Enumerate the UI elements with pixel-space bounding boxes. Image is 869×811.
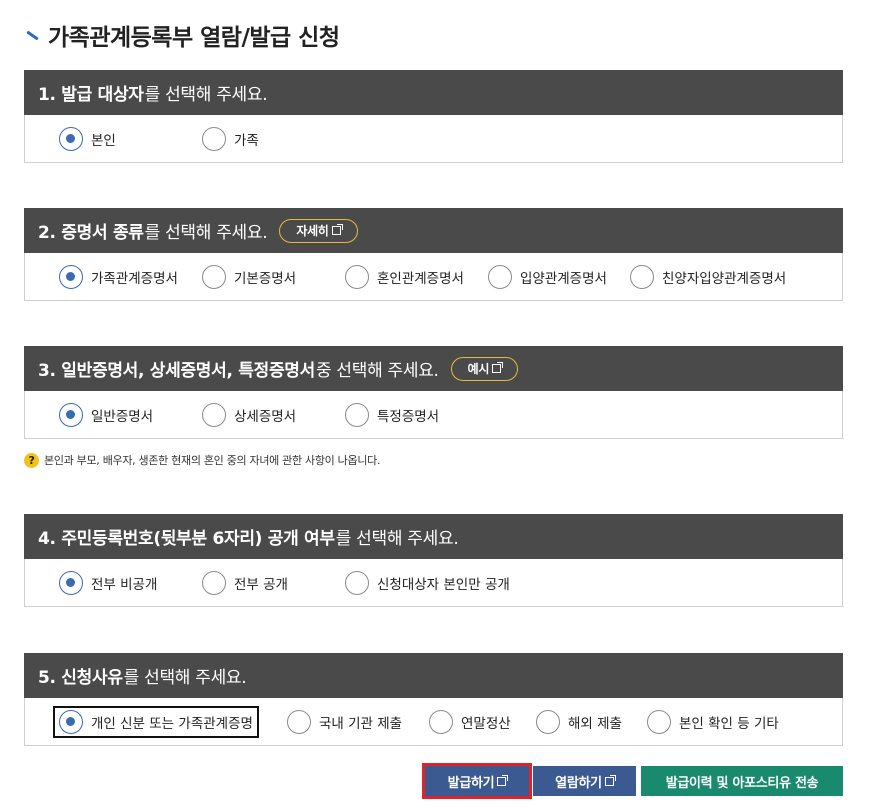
radio-marriage-cert[interactable]: 혼인관계증명서 [345, 265, 464, 289]
radio-label: 기본증명서 [234, 271, 297, 287]
issue-button[interactable]: 발급하기 [422, 763, 532, 799]
radio-adoption-cert[interactable]: 입양관계증명서 [488, 265, 607, 289]
radio-self-only-public[interactable]: 신청대상자 본인만 공개 [345, 571, 510, 595]
issue-history-apostille-button[interactable]: 발급이력 및 아포스티유 전송 [641, 766, 843, 796]
radio-label: 특정증명서 [377, 409, 440, 425]
radio-circle-icon [59, 403, 83, 427]
radio-reason-identity[interactable]: 개인 신분 또는 가족관계증명 [53, 706, 259, 738]
details-button[interactable]: 자세히 [279, 218, 358, 243]
section-header: 1. 발급 대상자 를 선택해 주세요. [24, 70, 843, 115]
radio-reason-year-end-tax[interactable]: 연말정산 [429, 710, 511, 734]
section-reason: 5. 신청사유 를 선택해 주세요. 개인 신분 또는 가족관계증명 국내 기관 … [24, 653, 843, 746]
radio-target-family[interactable]: 가족 [202, 127, 259, 151]
section-options: 개인 신분 또는 가족관계증명 국내 기관 제출 연말정산 해외 제출 본인 확… [24, 698, 843, 746]
radio-reason-other[interactable]: 본인 확인 등 기타 [647, 710, 779, 734]
view-button[interactable]: 열람하기 [533, 766, 636, 796]
page-title-bar: 가족관계등록부 열람/발급 신청 [24, 18, 340, 52]
example-button[interactable]: 예시 [450, 356, 519, 381]
section-target: 1. 발급 대상자 를 선택해 주세요. 본인 가족 [24, 70, 843, 163]
section-options: 일반증명서 상세증명서 특정증명서 [24, 391, 843, 439]
details-button-label: 자세히 [296, 224, 329, 238]
radio-circle-icon [202, 571, 226, 595]
radio-label: 가족관계증명서 [91, 271, 178, 287]
radio-label: 신청대상자 본인만 공개 [377, 577, 510, 593]
section-header: 5. 신청사유 를 선택해 주세요. [24, 653, 843, 698]
radio-circle-icon [202, 127, 226, 151]
radio-specific-cert[interactable]: 특정증명서 [345, 403, 439, 427]
radio-circle-icon [59, 265, 83, 289]
radio-circle-icon [647, 710, 671, 734]
radio-circle-icon [59, 127, 83, 151]
radio-circle-icon [202, 403, 226, 427]
radio-label: 일반증명서 [91, 409, 154, 425]
help-text: 본인과 부모, 배우자, 생존한 현재의 혼인 중의 자녀에 관한 사항이 나옵… [44, 454, 381, 467]
radio-target-self[interactable]: 본인 [59, 127, 116, 151]
section-options: 가족관계증명서 기본증명서 혼인관계증명서 입양관계증명서 친양자입양관계증명서 [24, 253, 843, 301]
radio-label: 입양관계증명서 [520, 271, 607, 287]
radio-label: 연말정산 [461, 716, 511, 732]
section-title-bold: 1. 발급 대상자 [38, 85, 144, 105]
section-options: 본인 가족 [24, 115, 843, 163]
radio-circle-icon [488, 265, 512, 289]
section-header: 3. 일반증명서, 상세증명서, 특정증명서 중 선택해 주세요. 예시 [24, 346, 843, 391]
external-link-icon [331, 224, 343, 235]
radio-label: 개인 신분 또는 가족관계증명 [91, 716, 253, 732]
section-title-bold: 2. 증명서 종류 [38, 223, 144, 243]
radio-circle-icon [345, 403, 369, 427]
radio-circle-icon [287, 710, 311, 734]
radio-label: 국내 기관 제출 [319, 716, 403, 732]
section-header: 4. 주민등록번호(뒷부분 6자리) 공개 여부 를 선택해 주세요. [24, 514, 843, 559]
radio-circle-icon [536, 710, 560, 734]
external-link-icon [497, 774, 509, 786]
external-link-icon [604, 774, 616, 786]
section-title-text: 를 선택해 주세요. [144, 85, 268, 105]
radio-label: 친양자입양관계증명서 [662, 271, 787, 287]
radio-full-adoption-cert[interactable]: 친양자입양관계증명서 [630, 265, 786, 289]
radio-basic-cert[interactable]: 기본증명서 [202, 265, 296, 289]
section-title-text: 를 선택해 주세요. [335, 529, 459, 549]
section-title-bold: 3. 일반증명서, 상세증명서, 특정증명서 [38, 361, 315, 381]
radio-reason-domestic[interactable]: 국내 기관 제출 [287, 710, 402, 734]
view-button-label: 열람하기 [555, 775, 602, 791]
question-icon: ? [24, 452, 39, 468]
radio-circle-icon [202, 265, 226, 289]
radio-label: 전부 비공개 [91, 577, 158, 593]
radio-label: 해외 제출 [568, 716, 622, 732]
radio-label: 전부 공개 [234, 577, 288, 593]
radio-circle-icon [630, 265, 654, 289]
section-certificate-type: 2. 증명서 종류 를 선택해 주세요. 자세히 가족관계증명서 기본증명서 혼인… [24, 208, 843, 301]
section-title-bold: 5. 신청사유 [38, 668, 123, 688]
external-link-icon [492, 362, 504, 373]
issue-button-label: 발급하기 [447, 775, 495, 791]
radio-label: 본인 [91, 133, 116, 149]
section-title-text: 를 선택해 주세요. [144, 223, 268, 243]
section-rrn-disclosure: 4. 주민등록번호(뒷부분 6자리) 공개 여부 를 선택해 주세요. 전부 비공… [24, 514, 843, 607]
radio-circle-icon [345, 571, 369, 595]
radio-circle-icon [59, 710, 83, 734]
issue-history-button-label: 발급이력 및 아포스티유 전송 [665, 775, 819, 791]
section-title-text: 중 선택해 주세요. [315, 361, 439, 381]
radio-all-private[interactable]: 전부 비공개 [59, 571, 157, 595]
radio-circle-icon [345, 265, 369, 289]
example-button-label: 예시 [467, 362, 490, 376]
radio-detailed-cert[interactable]: 상세증명서 [202, 403, 296, 427]
radio-all-public[interactable]: 전부 공개 [202, 571, 288, 595]
section-options: 전부 비공개 전부 공개 신청대상자 본인만 공개 [24, 559, 843, 607]
section-title-text: 를 선택해 주세요. [123, 668, 247, 688]
title-accent-icon [24, 28, 38, 42]
radio-general-cert[interactable]: 일반증명서 [59, 403, 153, 427]
radio-circle-icon [59, 571, 83, 595]
section-header: 2. 증명서 종류 를 선택해 주세요. 자세히 [24, 208, 843, 253]
radio-family-relation-cert[interactable]: 가족관계증명서 [59, 265, 178, 289]
radio-circle-icon [429, 710, 453, 734]
radio-label: 본인 확인 등 기타 [679, 716, 779, 732]
help-note: ? 본인과 부모, 배우자, 생존한 현재의 혼인 중의 자녀에 관한 사항이 … [24, 452, 380, 468]
radio-label: 혼인관계증명서 [377, 271, 464, 287]
section-title-bold: 4. 주민등록번호(뒷부분 6자리) 공개 여부 [38, 529, 335, 549]
radio-reason-overseas[interactable]: 해외 제출 [536, 710, 622, 734]
radio-label: 상세증명서 [234, 409, 297, 425]
section-certificate-detail: 3. 일반증명서, 상세증명서, 특정증명서 중 선택해 주세요. 예시 일반증… [24, 346, 843, 439]
radio-label: 가족 [234, 133, 259, 149]
page-title: 가족관계등록부 열람/발급 신청 [48, 25, 340, 51]
